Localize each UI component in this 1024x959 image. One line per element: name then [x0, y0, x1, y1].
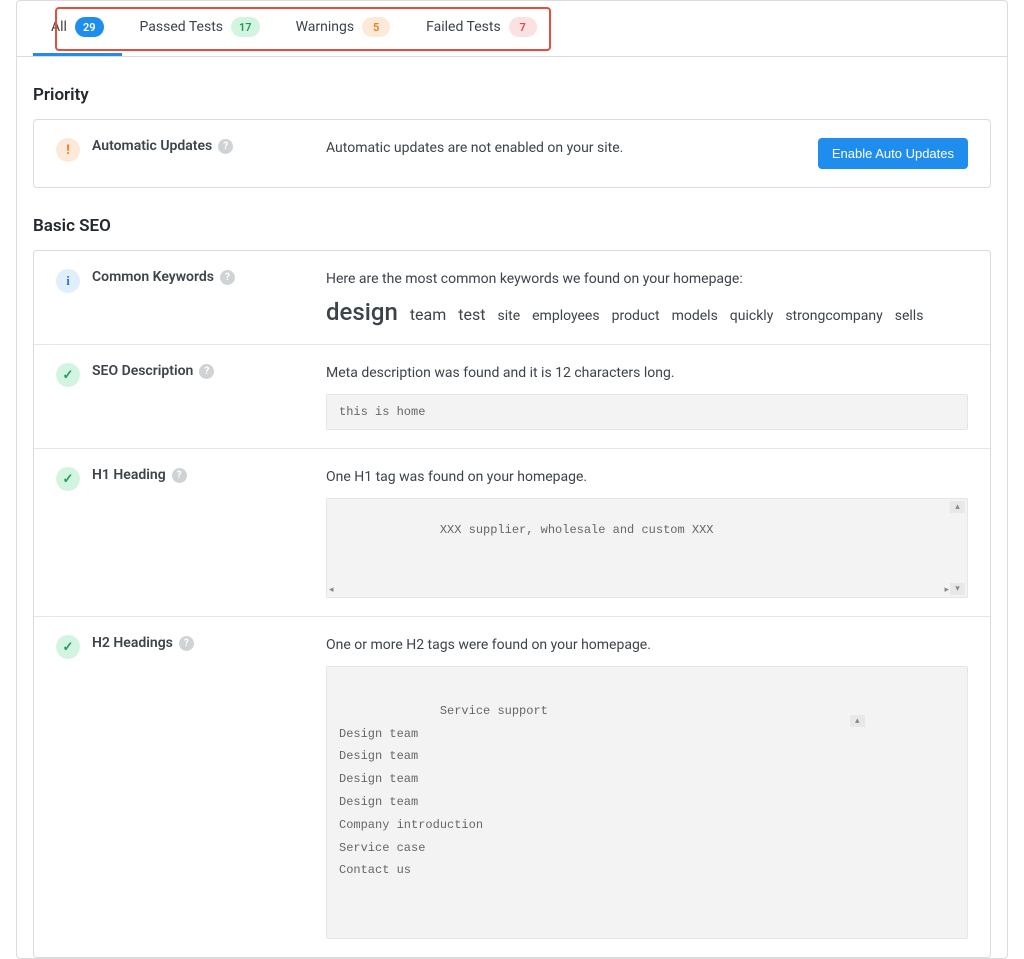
section-priority: Priority ! Automatic Updates ? Automatic… [17, 57, 1007, 188]
section-title: Priority [17, 57, 1007, 119]
row-description: One or more H2 tags were found on your h… [326, 635, 968, 656]
row-title-text: H1 Heading [92, 467, 166, 483]
help-icon[interactable]: ? [218, 139, 233, 154]
row-description: Here are the most common keywords we fou… [326, 269, 968, 290]
checkmark-icon: ✓ [56, 467, 80, 491]
scroll-down-icon[interactable]: ▾ [950, 583, 965, 595]
row-description: One H1 tag was found on your homepage. [326, 467, 968, 488]
keyword: site [497, 308, 520, 324]
keyword: design [326, 298, 398, 326]
horizontal-scrollbar[interactable]: ◂ ▸ [329, 585, 949, 595]
tab-badge: 17 [231, 17, 260, 37]
tab-label: Passed Tests [140, 19, 223, 35]
code-preview: Service support Design team Design team … [326, 666, 968, 939]
tab-all[interactable]: All 29 [33, 1, 122, 56]
tab-warnings[interactable]: Warnings 5 [278, 1, 409, 56]
scroll-left-icon[interactable]: ◂ [329, 585, 334, 595]
tab-label: Warnings [296, 19, 355, 35]
vertical-scrollbar[interactable]: ▴ ▾ [950, 501, 965, 595]
row-common-keywords: i Common Keywords ? Here are the most co… [34, 251, 990, 344]
keyword: team [410, 305, 446, 324]
row-title-text: H2 Headings [92, 635, 173, 651]
row-description: Automatic updates are not enabled on you… [326, 138, 818, 159]
row-automatic-updates: ! Automatic Updates ? Automatic updates … [34, 120, 990, 187]
warning-icon: ! [56, 138, 80, 162]
row-title-text: Automatic Updates [92, 138, 212, 154]
code-preview: this is home [326, 394, 968, 430]
row-title-text: SEO Description [92, 363, 193, 379]
scroll-up-icon[interactable]: ▴ [950, 501, 965, 513]
keyword: product [612, 308, 660, 324]
help-icon[interactable]: ? [179, 636, 194, 651]
row-title-text: Common Keywords [92, 269, 214, 285]
help-icon[interactable]: ? [172, 468, 187, 483]
tab-badge: 7 [509, 17, 537, 37]
tab-label: Failed Tests [426, 19, 501, 35]
keywords-list: design team test site employees product … [326, 298, 968, 326]
section-title: Basic SEO [17, 188, 1007, 250]
checkmark-icon: ✓ [56, 635, 80, 659]
row-description: Meta description was found and it is 12 … [326, 363, 968, 384]
help-icon[interactable]: ? [220, 270, 235, 285]
tab-failed[interactable]: Failed Tests 7 [408, 1, 555, 56]
code-preview: XXX supplier, wholesale and custom XXX ▴… [326, 498, 968, 598]
filter-tabs: All 29 Passed Tests 17 Warnings 5 Failed… [17, 1, 1007, 57]
keyword: strongcompany [785, 308, 882, 324]
code-text: XXX supplier, wholesale and custom XXX [440, 523, 714, 537]
section-basic-seo: Basic SEO i Common Keywords ? Here are t… [17, 188, 1007, 958]
row-seo-description: ✓ SEO Description ? Meta description was… [34, 344, 990, 448]
code-text: Service support Design team Design team … [339, 704, 548, 878]
keyword: models [672, 308, 718, 324]
info-icon: i [56, 269, 80, 293]
enable-auto-updates-button[interactable]: Enable Auto Updates [818, 138, 968, 169]
tab-badge: 29 [75, 17, 104, 37]
keyword: employees [532, 308, 599, 324]
checkmark-icon: ✓ [56, 363, 80, 387]
keyword: sells [895, 308, 924, 324]
tab-label: All [51, 19, 67, 35]
row-h2-headings: ✓ H2 Headings ? One or more H2 tags were… [34, 616, 990, 957]
help-icon[interactable]: ? [199, 364, 214, 379]
keyword: test [458, 305, 485, 324]
row-h1-heading: ✓ H1 Heading ? One H1 tag was found on y… [34, 448, 990, 616]
keyword: quickly [730, 308, 774, 324]
tab-passed[interactable]: Passed Tests 17 [122, 1, 278, 56]
scroll-right-icon[interactable]: ▸ [944, 585, 949, 595]
tab-badge: 5 [362, 17, 390, 37]
